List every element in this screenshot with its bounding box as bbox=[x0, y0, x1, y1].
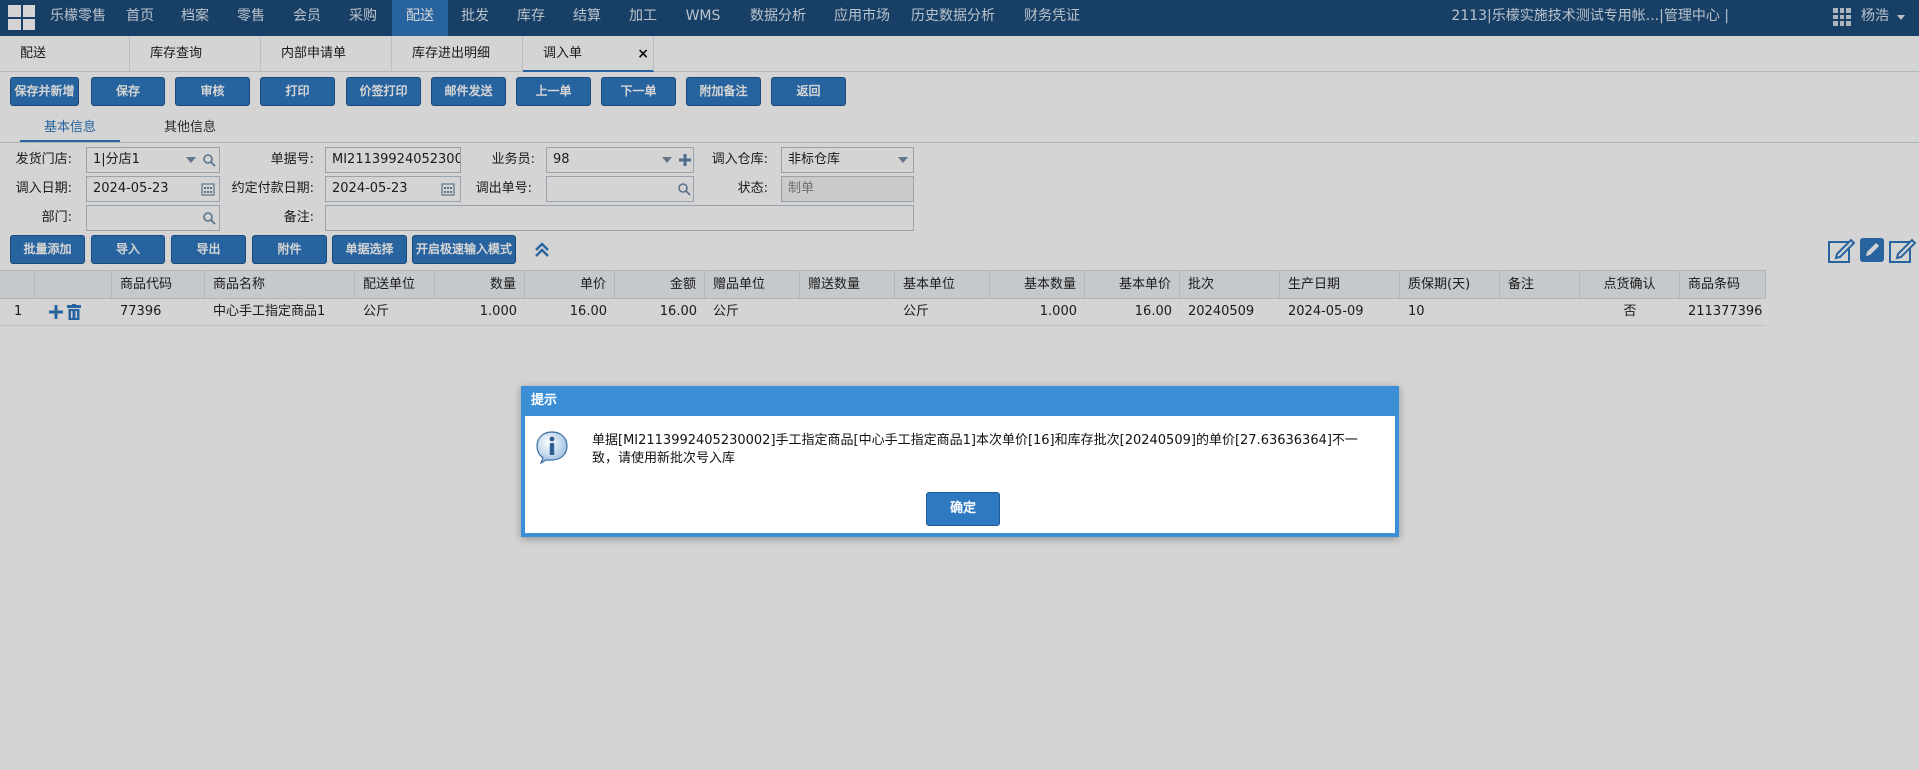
dialog-message: 单据[MI2113992405230002]手工指定商品[中心手工指定商品1]本… bbox=[592, 433, 1358, 466]
dialog-title: 提示 bbox=[521, 386, 1399, 416]
info-icon bbox=[536, 431, 568, 464]
modal-overlay bbox=[0, 0, 1919, 770]
ok-button[interactable]: 确定 bbox=[926, 492, 1000, 526]
alert-dialog: 提示 单据[MI2113992405230002]手工指定商品[中心手工指定商品… bbox=[521, 386, 1399, 537]
